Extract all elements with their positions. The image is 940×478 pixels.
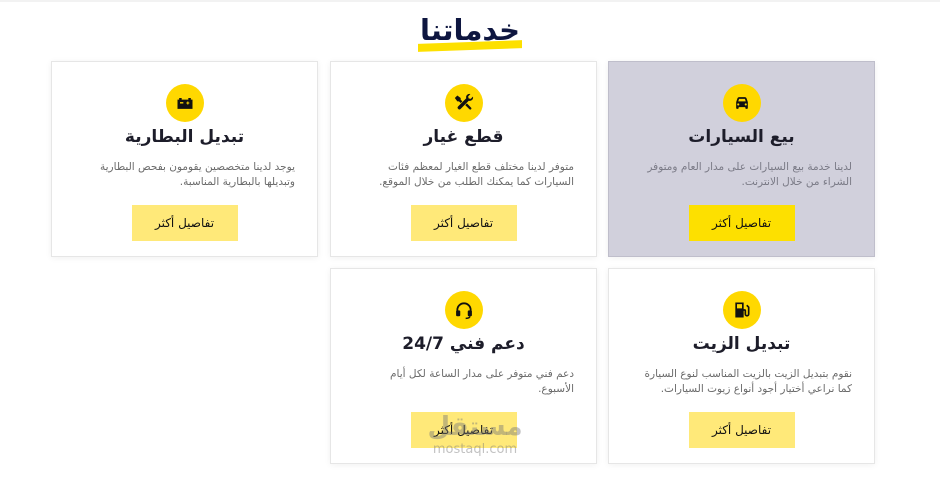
gas-pump-icon xyxy=(722,291,761,329)
watermark-logo-text: مستقل xyxy=(427,412,523,442)
details-button[interactable]: تفاصيل أكثر xyxy=(688,412,795,448)
card-title: قطع غيار xyxy=(423,127,504,147)
details-button[interactable]: تفاصيل أكثر xyxy=(410,205,517,241)
card-description: نقوم بتبديل الزيت بالزيت المناسب لنوع ال… xyxy=(644,368,852,395)
service-card-oil-change[interactable]: تبديل الزيت نقوم بتبديل الزيت بالزيت الم… xyxy=(608,268,875,464)
section-header: خدماتنا xyxy=(0,10,940,50)
service-card-battery[interactable]: تبديل البطارية يوجد لدينا متخصصين يقومون… xyxy=(51,61,318,257)
details-button[interactable]: تفاصيل أكثر xyxy=(131,205,238,241)
card-title: تبديل البطارية xyxy=(124,127,245,147)
top-divider xyxy=(0,0,940,2)
card-description: متوفر لدينا مختلف قطع الغيار لمعظم فئات … xyxy=(379,161,574,188)
card-description: لدينا خدمة بيع السيارات على مدار العام و… xyxy=(647,161,852,188)
service-card-car-sales[interactable]: بيع السيارات لدينا خدمة بيع السيارات على… xyxy=(608,61,875,257)
tools-icon xyxy=(444,84,483,122)
card-description: يوجد لدينا متخصصين يقومون بفحص البطارية … xyxy=(100,161,295,188)
service-card-spare-parts[interactable]: قطع غيار متوفر لدينا مختلف قطع الغيار لم… xyxy=(330,61,597,257)
watermark: مستقل mostaql.com xyxy=(410,412,540,458)
watermark-url: mostaql.com xyxy=(432,442,518,457)
section-title: خدماتنا xyxy=(416,10,524,50)
card-description: دعم فني متوفر على مدار الساعة لكل أيام ا… xyxy=(390,368,574,395)
headset-icon xyxy=(444,291,483,329)
card-title: دعم فني 24/7 xyxy=(402,334,525,354)
card-title: تبديل الزيت xyxy=(692,334,791,354)
card-title: بيع السيارات xyxy=(688,127,795,147)
car-icon xyxy=(722,84,761,122)
details-button[interactable]: تفاصيل أكثر xyxy=(688,205,795,241)
battery-icon xyxy=(165,84,204,122)
